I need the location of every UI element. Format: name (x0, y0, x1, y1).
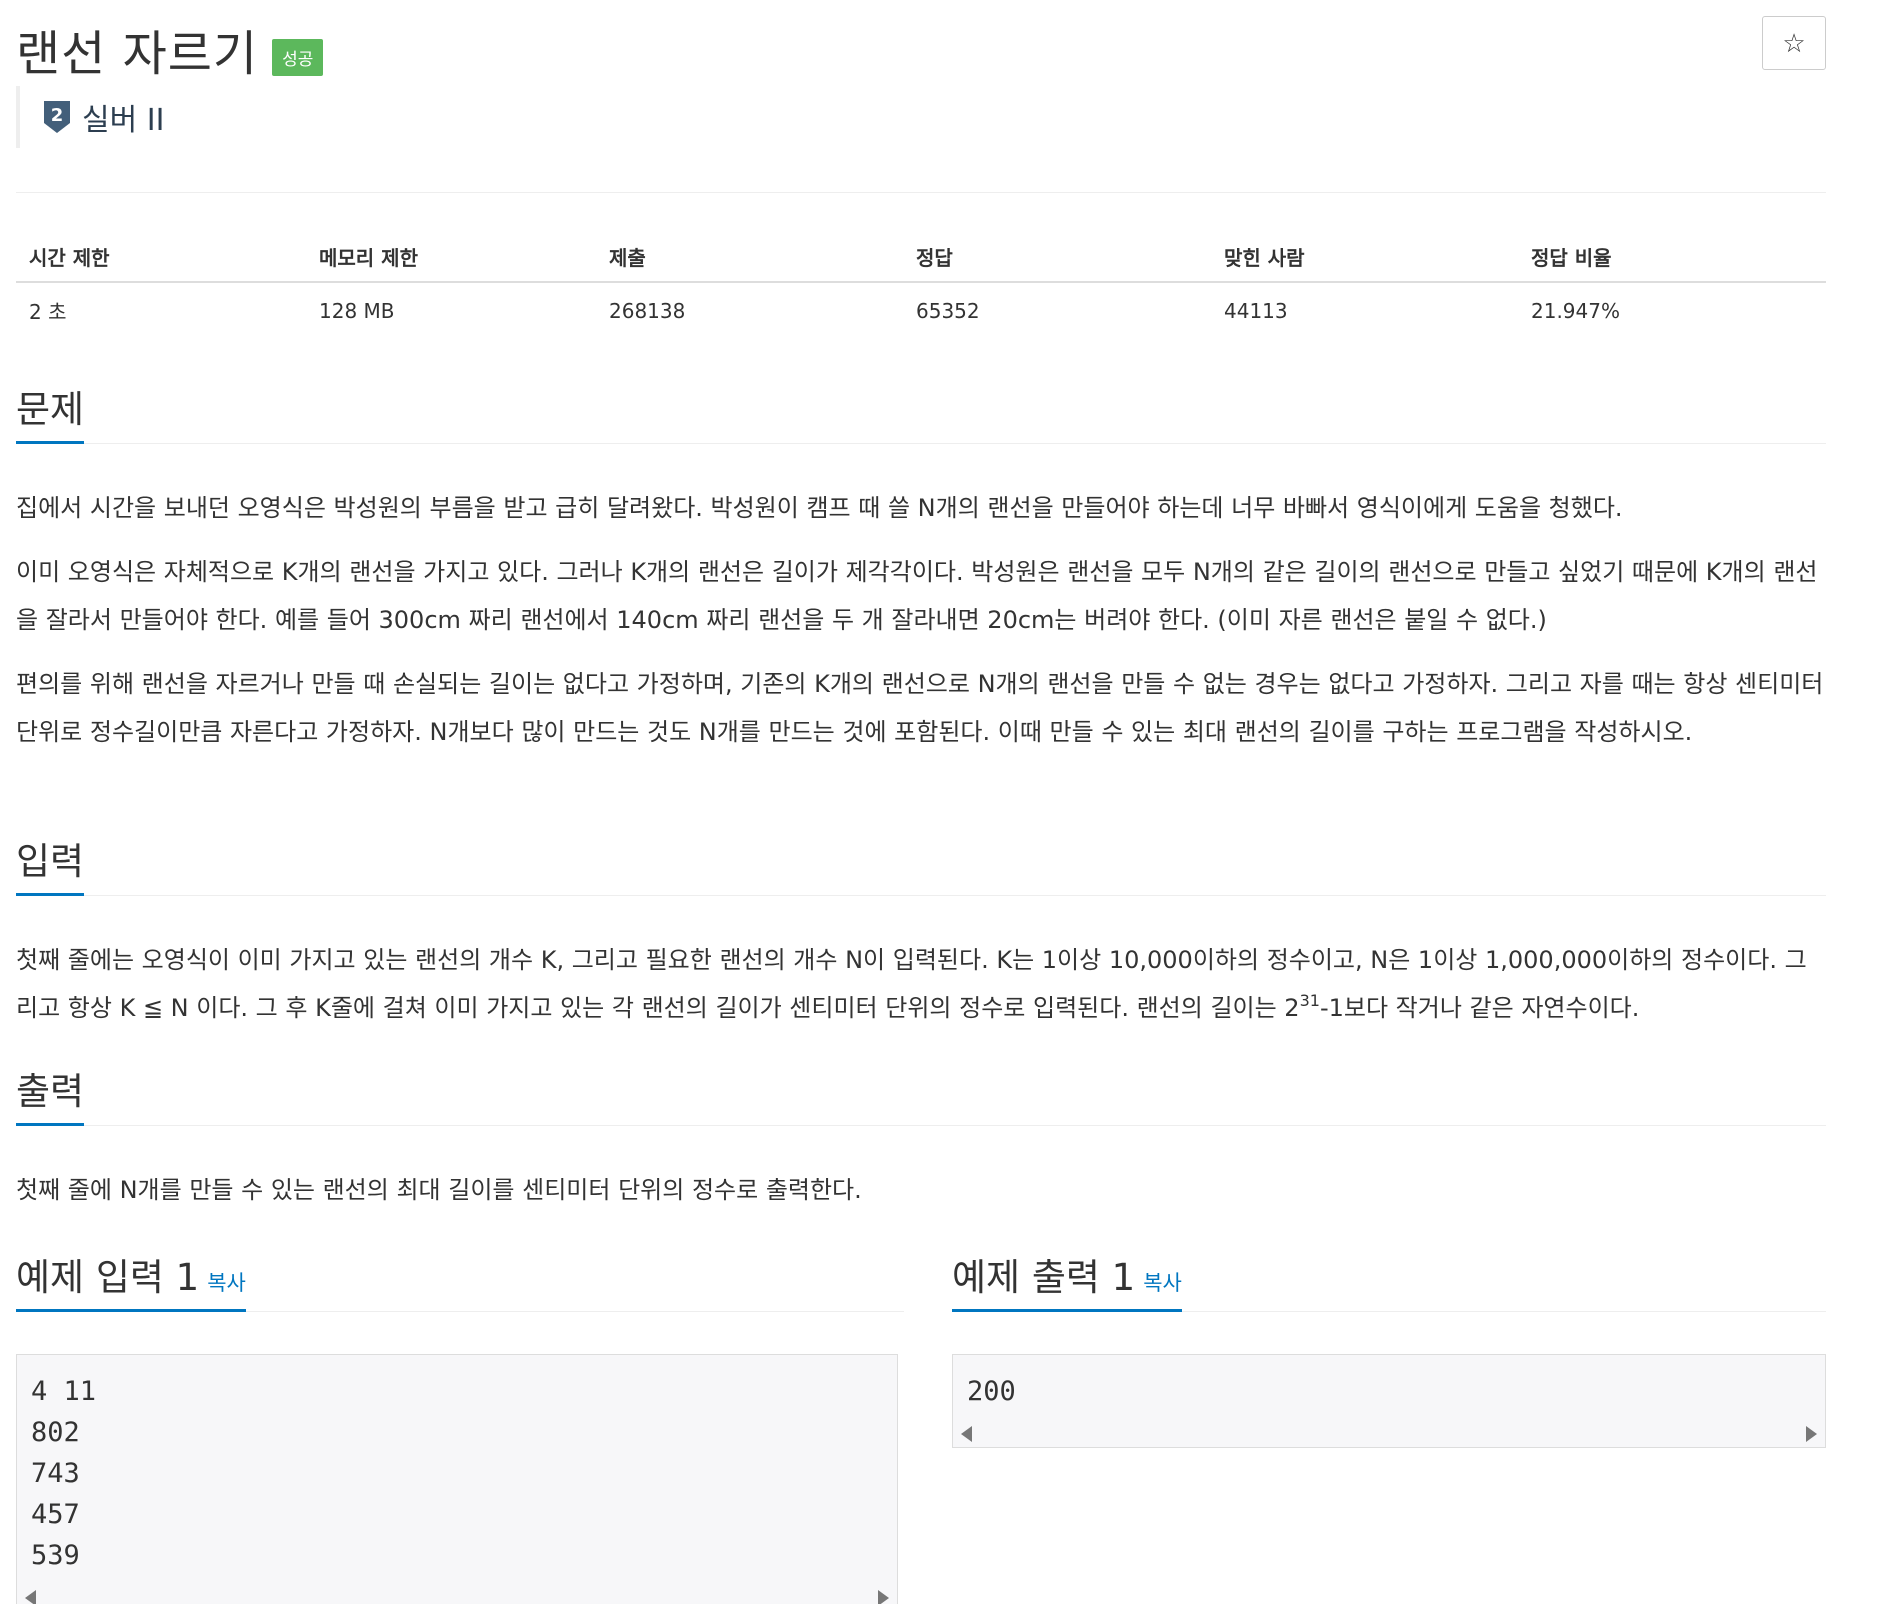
header-accepted: 정답 (903, 232, 1211, 283)
solved-users-value: 44113 (1224, 298, 1288, 323)
sample-output-title: 예제 출력 1 복사 (952, 1256, 1182, 1312)
description-paragraph-1: 집에서 시간을 보내던 오영식은 박성원의 부름을 받고 급히 달려왔다. 박성… (16, 494, 1623, 522)
header-time-limit: 시간 제한 (16, 232, 306, 283)
sample-input-header: 예제 입력 1 복사 (16, 1256, 904, 1312)
tier-info: 2 실버 II (16, 86, 164, 148)
sample-output-box[interactable]: 200 (952, 1354, 1826, 1448)
problem-info-table: 시간 제한 메모리 제한 제출 정답 맞힌 사람 정답 비율 2 초 128 M… (16, 232, 1826, 338)
header-solved-users: 맞힌 사람 (1211, 232, 1518, 283)
divider (16, 192, 1826, 193)
output-section-header: 출력 (16, 1070, 1826, 1126)
scroll-left-icon[interactable] (961, 1426, 972, 1442)
input-description: 첫째 줄에는 오영식이 이미 가지고 있는 랜선의 개수 K, 그리고 필요한 … (16, 946, 1807, 1022)
horizontal-scrollbar[interactable] (17, 1582, 897, 1604)
description-paragraph-3: 편의를 위해 랜선을 자르거나 만들 때 손실되는 길이는 없다고 가정하며, … (16, 670, 1824, 746)
header-memory-limit: 메모리 제한 (306, 232, 596, 283)
time-limit-value: 2 초 (29, 300, 67, 324)
title-row: 랜선 자르기 성공 (16, 14, 324, 84)
table-header-row: 시간 제한 메모리 제한 제출 정답 맞힌 사람 정답 비율 (16, 232, 1826, 283)
tier-label[interactable]: 실버 II (82, 95, 164, 139)
sample-input-title: 예제 입력 1 복사 (16, 1256, 246, 1312)
scroll-right-icon[interactable] (878, 1590, 889, 1604)
silver-tier-icon: 2 (44, 101, 70, 133)
copy-sample-input-link[interactable]: 복사 (207, 1271, 246, 1295)
header-accept-ratio: 정답 비율 (1518, 232, 1826, 283)
output-description: 첫째 줄에 N개를 만들 수 있는 랜선의 최대 길이를 센티미터 단위의 정수… (16, 1176, 862, 1204)
memory-limit-value: 128 MB (319, 298, 395, 323)
output-title: 출력 (16, 1070, 85, 1126)
page-title: 랜선 자르기 (16, 26, 259, 82)
accepted-value: 65352 (916, 298, 980, 323)
input-section-header: 입력 (16, 840, 1826, 896)
svg-text:2: 2 (51, 105, 64, 126)
favorite-star-button[interactable]: ☆ (1762, 16, 1826, 70)
sample-input-box[interactable]: 4 11 802 743 457 539 (16, 1354, 898, 1604)
description-paragraph-2: 이미 오영식은 자체적으로 K개의 랜선을 가지고 있다. 그러나 K개의 랜선… (16, 558, 1818, 634)
description-section-header: 문제 (16, 388, 1826, 444)
submissions-value: 268138 (609, 298, 686, 323)
status-badge: 성공 (272, 38, 324, 76)
header-submissions: 제출 (596, 232, 903, 283)
exponent: 31 (1299, 991, 1320, 1010)
input-title: 입력 (16, 840, 85, 896)
star-icon: ☆ (1782, 27, 1806, 58)
sample-output-content: 200 (967, 1376, 1016, 1407)
scroll-right-icon[interactable] (1806, 1426, 1817, 1442)
horizontal-scrollbar[interactable] (953, 1418, 1825, 1450)
accept-ratio-value: 21.947% (1531, 298, 1620, 323)
description-title: 문제 (16, 388, 85, 444)
table-row: 2 초 128 MB 268138 65352 44113 21.947% (16, 282, 1826, 338)
scroll-left-icon[interactable] (25, 1590, 36, 1604)
sample-input-content: 4 11 802 743 457 539 (31, 1376, 97, 1571)
copy-sample-output-link[interactable]: 복사 (1143, 1271, 1182, 1295)
sample-output-header: 예제 출력 1 복사 (952, 1256, 1826, 1312)
